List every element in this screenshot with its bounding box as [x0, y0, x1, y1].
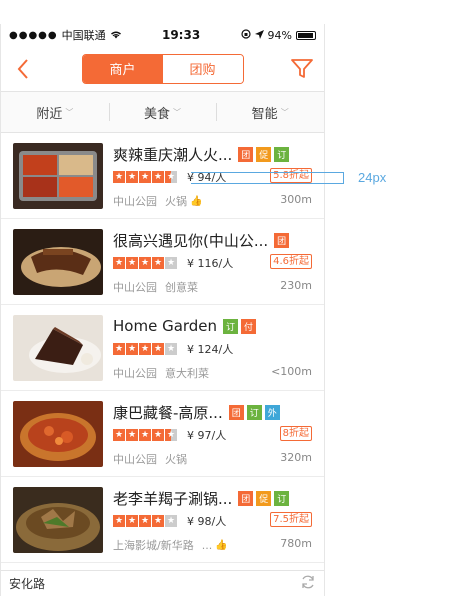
tab-label: 美食	[144, 106, 171, 122]
chevron-down-icon: ﹀	[280, 107, 289, 117]
chevron-down-icon: ﹀	[173, 107, 182, 117]
battery-percent: 94%	[267, 28, 292, 42]
badge-groupbuy: 团	[238, 146, 254, 162]
category: 火锅	[165, 453, 187, 466]
list-item[interactable]: 很高兴遇见你(中山公... 团 ★ ★ ★ ★ ★ ¥ 116/人 4.6折起 中山公园…	[1, 219, 324, 305]
wifi-icon	[110, 29, 122, 42]
category: 火锅	[165, 195, 187, 208]
badge-delivery: 外	[264, 404, 280, 420]
merchant-photo	[13, 487, 103, 553]
chevron-down-icon: ﹀	[65, 107, 74, 117]
thumbs-up-icon: 👍	[190, 195, 203, 207]
merchant-name: 康巴藏餐-高原...	[113, 403, 223, 422]
avg-price: ¥ 124/人	[187, 343, 234, 356]
area: 中山公园	[113, 195, 157, 208]
filter-button[interactable]	[290, 57, 314, 81]
refresh-icon	[302, 575, 314, 589]
star-rating: ★ ★ ★ ★ ★	[113, 515, 177, 527]
tab-label: 智能	[251, 106, 278, 122]
distance: 780m	[280, 537, 312, 550]
area: 中山公园	[113, 453, 157, 466]
current-location: 安化路	[9, 577, 46, 591]
merchant-photo	[13, 143, 103, 209]
badge-groupbuy: 团	[238, 490, 254, 506]
merchant-photo	[13, 315, 103, 381]
lock-rotation-icon	[240, 28, 251, 42]
signal-icon: ●●●●●	[9, 29, 58, 41]
list-item[interactable]: 老李羊羯子涮锅... 团 促 订 ★ ★ ★ ★ ★ ¥ 98/人 7.5折起 上海影城…	[1, 477, 324, 563]
tab-sort[interactable]: 智能 ﹀	[216, 92, 324, 132]
tab-label: 附近	[36, 106, 63, 122]
badge-groupbuy: 团	[228, 404, 244, 420]
area: 上海影城/新华路	[113, 539, 194, 552]
battery-icon	[295, 30, 316, 40]
back-button[interactable]	[11, 57, 35, 81]
refresh-button[interactable]	[300, 574, 316, 593]
merchant-name: Home Garden	[113, 317, 218, 335]
merchant-list: 爽辣重庆潮人火... 团 促 订 ★ ★ ★ ★ ★ ¥ 94/人 5.8折起 中山公园…	[1, 133, 324, 563]
badge-promo: 促	[256, 146, 272, 162]
spacing-annotation-label: 24px	[358, 170, 387, 185]
avg-price: ¥ 116/人	[187, 257, 234, 270]
badge-reserve: 订	[246, 404, 262, 420]
merchant-name: 爽辣重庆潮人火...	[113, 145, 233, 164]
badge-groupbuy: 团	[274, 232, 290, 248]
badge-reserve: 订	[223, 318, 239, 334]
back-chevron-icon	[17, 58, 28, 79]
tab-food[interactable]: 美食 ﹀	[108, 92, 217, 132]
carrier: 中国联通	[61, 29, 106, 42]
category: ...	[201, 538, 213, 552]
badge-reserve: 订	[274, 146, 290, 162]
location-arrow-icon	[254, 29, 264, 42]
distance: 320m	[280, 451, 312, 464]
tab-nearby[interactable]: 附近 ﹀	[1, 92, 109, 132]
clock: 19:33	[161, 28, 201, 42]
star-rating: ★ ★ ★ ★ ★	[113, 343, 177, 355]
status-bar: ●●●●● 中国联通 19:33 94%	[1, 24, 324, 46]
list-item[interactable]: Home Garden 订 付 ★ ★ ★ ★ ★ ¥ 124/人 中山公园 意大利菜 …	[1, 305, 324, 391]
star-rating: ★ ★ ★ ★ ★	[113, 171, 177, 183]
merchant-name: 很高兴遇见你(中山公...	[113, 231, 269, 250]
segment-groupbuy[interactable]: 团购	[162, 54, 243, 83]
area: 中山公园	[113, 281, 157, 294]
nav-bar: 商户 团购	[1, 46, 324, 91]
discount-tag: 8折起	[279, 426, 312, 441]
filter-funnel-icon	[291, 58, 313, 78]
thumbs-up-icon: 👍	[215, 539, 228, 551]
distance: 300m	[280, 193, 312, 206]
list-item[interactable]: 康巴藏餐-高原... 团 订 外 ★ ★ ★ ★ ★ ¥ 97/人 8折起 中山公园 火…	[1, 391, 324, 477]
discount-tag: 7.5折起	[270, 512, 312, 527]
badge-reserve: 订	[274, 490, 290, 506]
spacing-annotation-bracket	[191, 172, 344, 184]
discount-tag: 4.6折起	[270, 254, 312, 269]
badge-promo: 促	[256, 490, 272, 506]
avg-price: ¥ 98/人	[187, 515, 227, 528]
segment-control: 商户 团购	[81, 53, 244, 84]
merchant-photo	[13, 401, 103, 467]
filter-tabs: 附近 ﹀ 美食 ﹀ 智能 ﹀	[1, 91, 324, 133]
merchant-photo	[13, 229, 103, 295]
avg-price: ¥ 97/人	[187, 429, 227, 442]
category: 意大利菜	[165, 367, 209, 380]
segment-merchants[interactable]: 商户	[82, 54, 163, 83]
location-bar: 安化路	[1, 570, 324, 596]
merchant-name: 老李羊羯子涮锅...	[113, 489, 233, 508]
star-rating: ★ ★ ★ ★ ★	[113, 257, 177, 269]
badge-pay: 付	[241, 318, 257, 334]
distance: 230m	[280, 279, 312, 292]
star-rating: ★ ★ ★ ★ ★	[113, 429, 177, 441]
area: 中山公园	[113, 367, 157, 380]
distance: <100m	[271, 365, 312, 378]
category: 创意菜	[165, 281, 198, 294]
phone-screen: ●●●●● 中国联通 19:33 94% 商户 团购 附近 ﹀ 美食 ﹀ 智能 …	[0, 24, 325, 596]
